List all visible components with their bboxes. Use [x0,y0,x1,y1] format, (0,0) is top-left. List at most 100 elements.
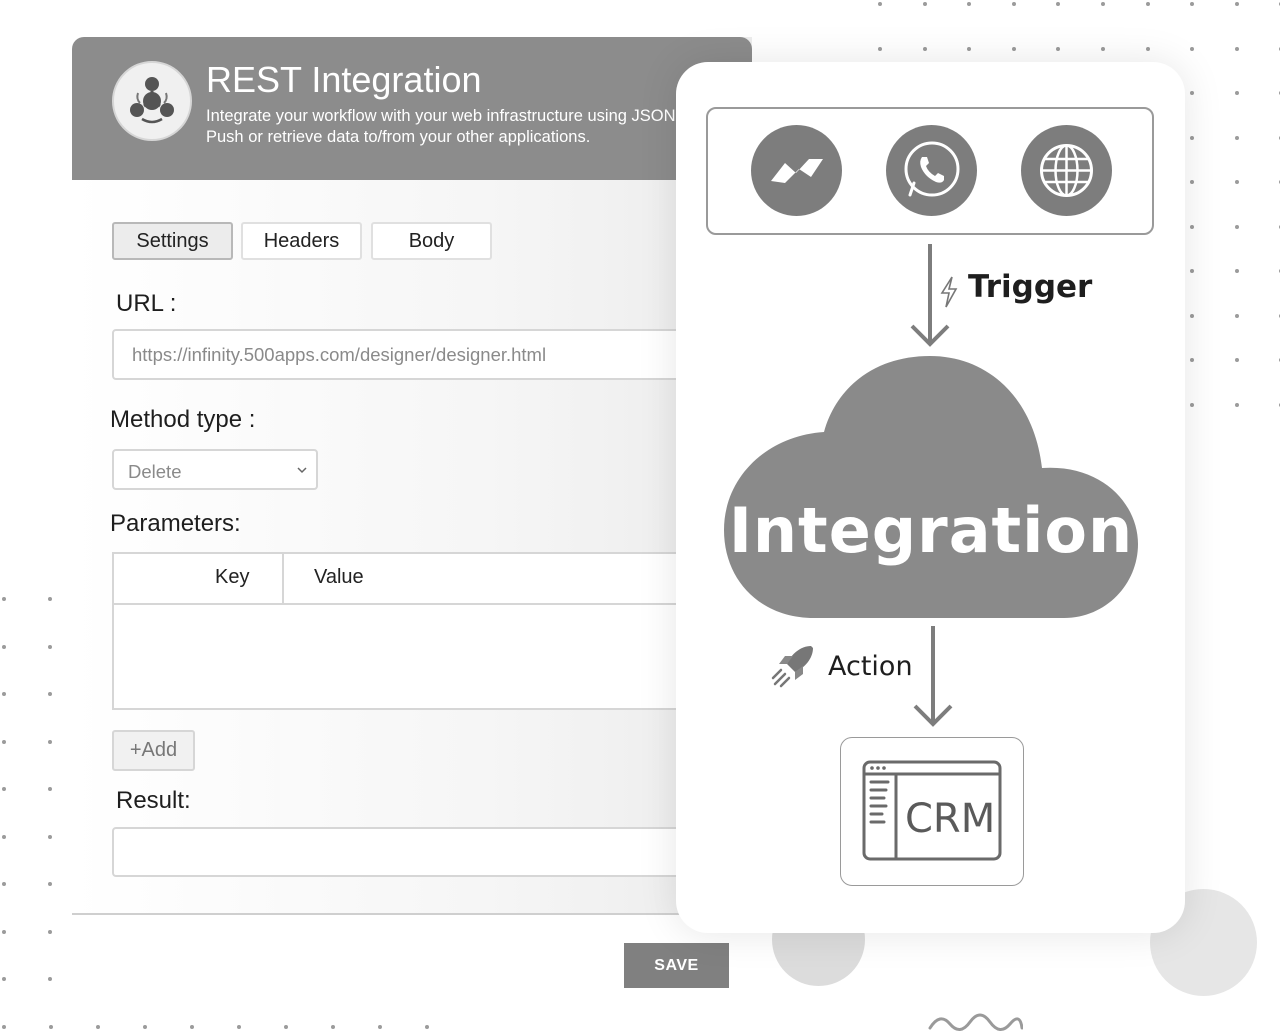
decorative-dot [48,644,52,649]
decorative-dot [2,834,6,839]
globe-icon [1021,125,1112,216]
tab-headers[interactable]: Headers [241,222,362,260]
decorative-dot [1190,358,1195,362]
method-type-label: Method type : [110,406,256,433]
divider [72,913,752,915]
decorative-dot [2,929,6,934]
decorative-dot [922,2,927,6]
decorative-dot [48,882,52,886]
decorative-dot [1234,135,1239,140]
column-header-value: Value [314,566,364,588]
decorative-dot [331,1025,335,1029]
column-header-key: Key [215,566,250,588]
tab-settings[interactable]: Settings [112,222,233,260]
parameters-table: Key Value [112,552,712,710]
decorative-dot [48,692,52,696]
chevron-down-icon [297,467,307,474]
decorative-dot [1234,224,1239,229]
action-label: Action [828,651,913,682]
url-input[interactable]: https://infinity.500apps.com/designer/de… [112,329,732,380]
method-type-value: Delete [128,461,182,482]
decorative-dot [1056,2,1061,6]
rest-integration-panel: REST Integration Integrate your workflow… [72,37,752,915]
crm-target: CRM [840,737,1024,886]
column-divider [282,554,284,603]
tab-body[interactable]: Body [371,222,492,260]
decorative-dot [1190,313,1195,318]
decorative-dot [1234,313,1239,318]
url-label: URL : [116,290,177,317]
decorative-dot [1145,46,1150,51]
decorative-dot [967,46,972,51]
decorative-dot [2,977,6,981]
cloud-icon [724,356,1138,618]
decorative-squiggle [928,1013,1023,1031]
whatsapp-icon [886,125,977,216]
decorative-dot [1190,224,1195,229]
decorative-dot [1190,180,1195,184]
decorative-dot [1234,2,1239,6]
decorative-dot [1011,2,1016,6]
decorative-dot [1234,269,1239,273]
decorative-dot [1190,402,1195,407]
decorative-dot [2,739,6,744]
integration-label: Integration [728,494,1134,567]
decorative-dot [2,597,6,601]
decorative-dot [49,1025,53,1029]
action-arrow [913,626,953,727]
add-parameter-button[interactable]: +Add [112,730,195,771]
lightning-icon [940,276,958,308]
decorative-dot [2,882,6,886]
decorative-dot [237,1025,241,1029]
parameters-label: Parameters: [110,510,241,537]
decorative-dot [284,1025,288,1029]
decorative-dot [143,1025,147,1029]
crm-label: CRM [905,796,996,842]
method-type-select[interactable]: Delete [112,449,318,490]
result-label: Result: [116,787,191,814]
decorative-dot [1234,91,1239,95]
decorative-dot [2,787,6,791]
save-button[interactable]: SAVE [624,943,729,988]
decorative-dot [1190,91,1195,95]
result-field[interactable] [112,827,732,877]
panel-header: REST Integration Integrate your workflow… [72,37,752,180]
decorative-dot [1145,2,1150,6]
rocket-icon [771,646,813,688]
table-header: Key Value [114,554,710,605]
decorative-dot [96,1025,100,1029]
decorative-dot [48,739,52,744]
channel-group [706,107,1154,235]
decorative-dot [1056,46,1061,51]
page-subtitle-secondary: Push or retrieve data to/from your other… [206,128,591,146]
decorative-dot [48,834,52,839]
decorative-dot [878,46,882,51]
decorative-dot [190,1025,194,1029]
decorative-dot [967,2,972,6]
decorative-dot [48,977,52,981]
decorative-dot [2,692,6,696]
decorative-dot [48,929,52,934]
decorative-dot [1234,402,1239,407]
page-title: REST Integration [206,59,482,100]
decorative-dot [1101,2,1105,6]
decorative-dot [1011,46,1016,51]
integration-logo-icon [112,61,192,141]
decorative-dot [1234,46,1239,51]
decorative-dot [48,597,52,601]
decorative-dot [1190,2,1195,6]
integration-flow-card: Trigger Integration Action CRM [676,62,1185,933]
page-subtitle: Integrate your workflow with your web in… [206,107,676,125]
decorative-dot [1190,135,1195,140]
trigger-label: Trigger [968,269,1093,305]
url-input-value: https://infinity.500apps.com/designer/de… [132,344,547,365]
decorative-dot [425,1025,429,1029]
decorative-dot [2,1025,6,1029]
decorative-dot [1234,180,1239,184]
decorative-dot [378,1025,382,1029]
messenger-icon [751,125,842,216]
decorative-dot [48,787,52,791]
decorative-dot [1190,269,1195,273]
decorative-dot [922,46,927,51]
decorative-dot [2,644,6,649]
